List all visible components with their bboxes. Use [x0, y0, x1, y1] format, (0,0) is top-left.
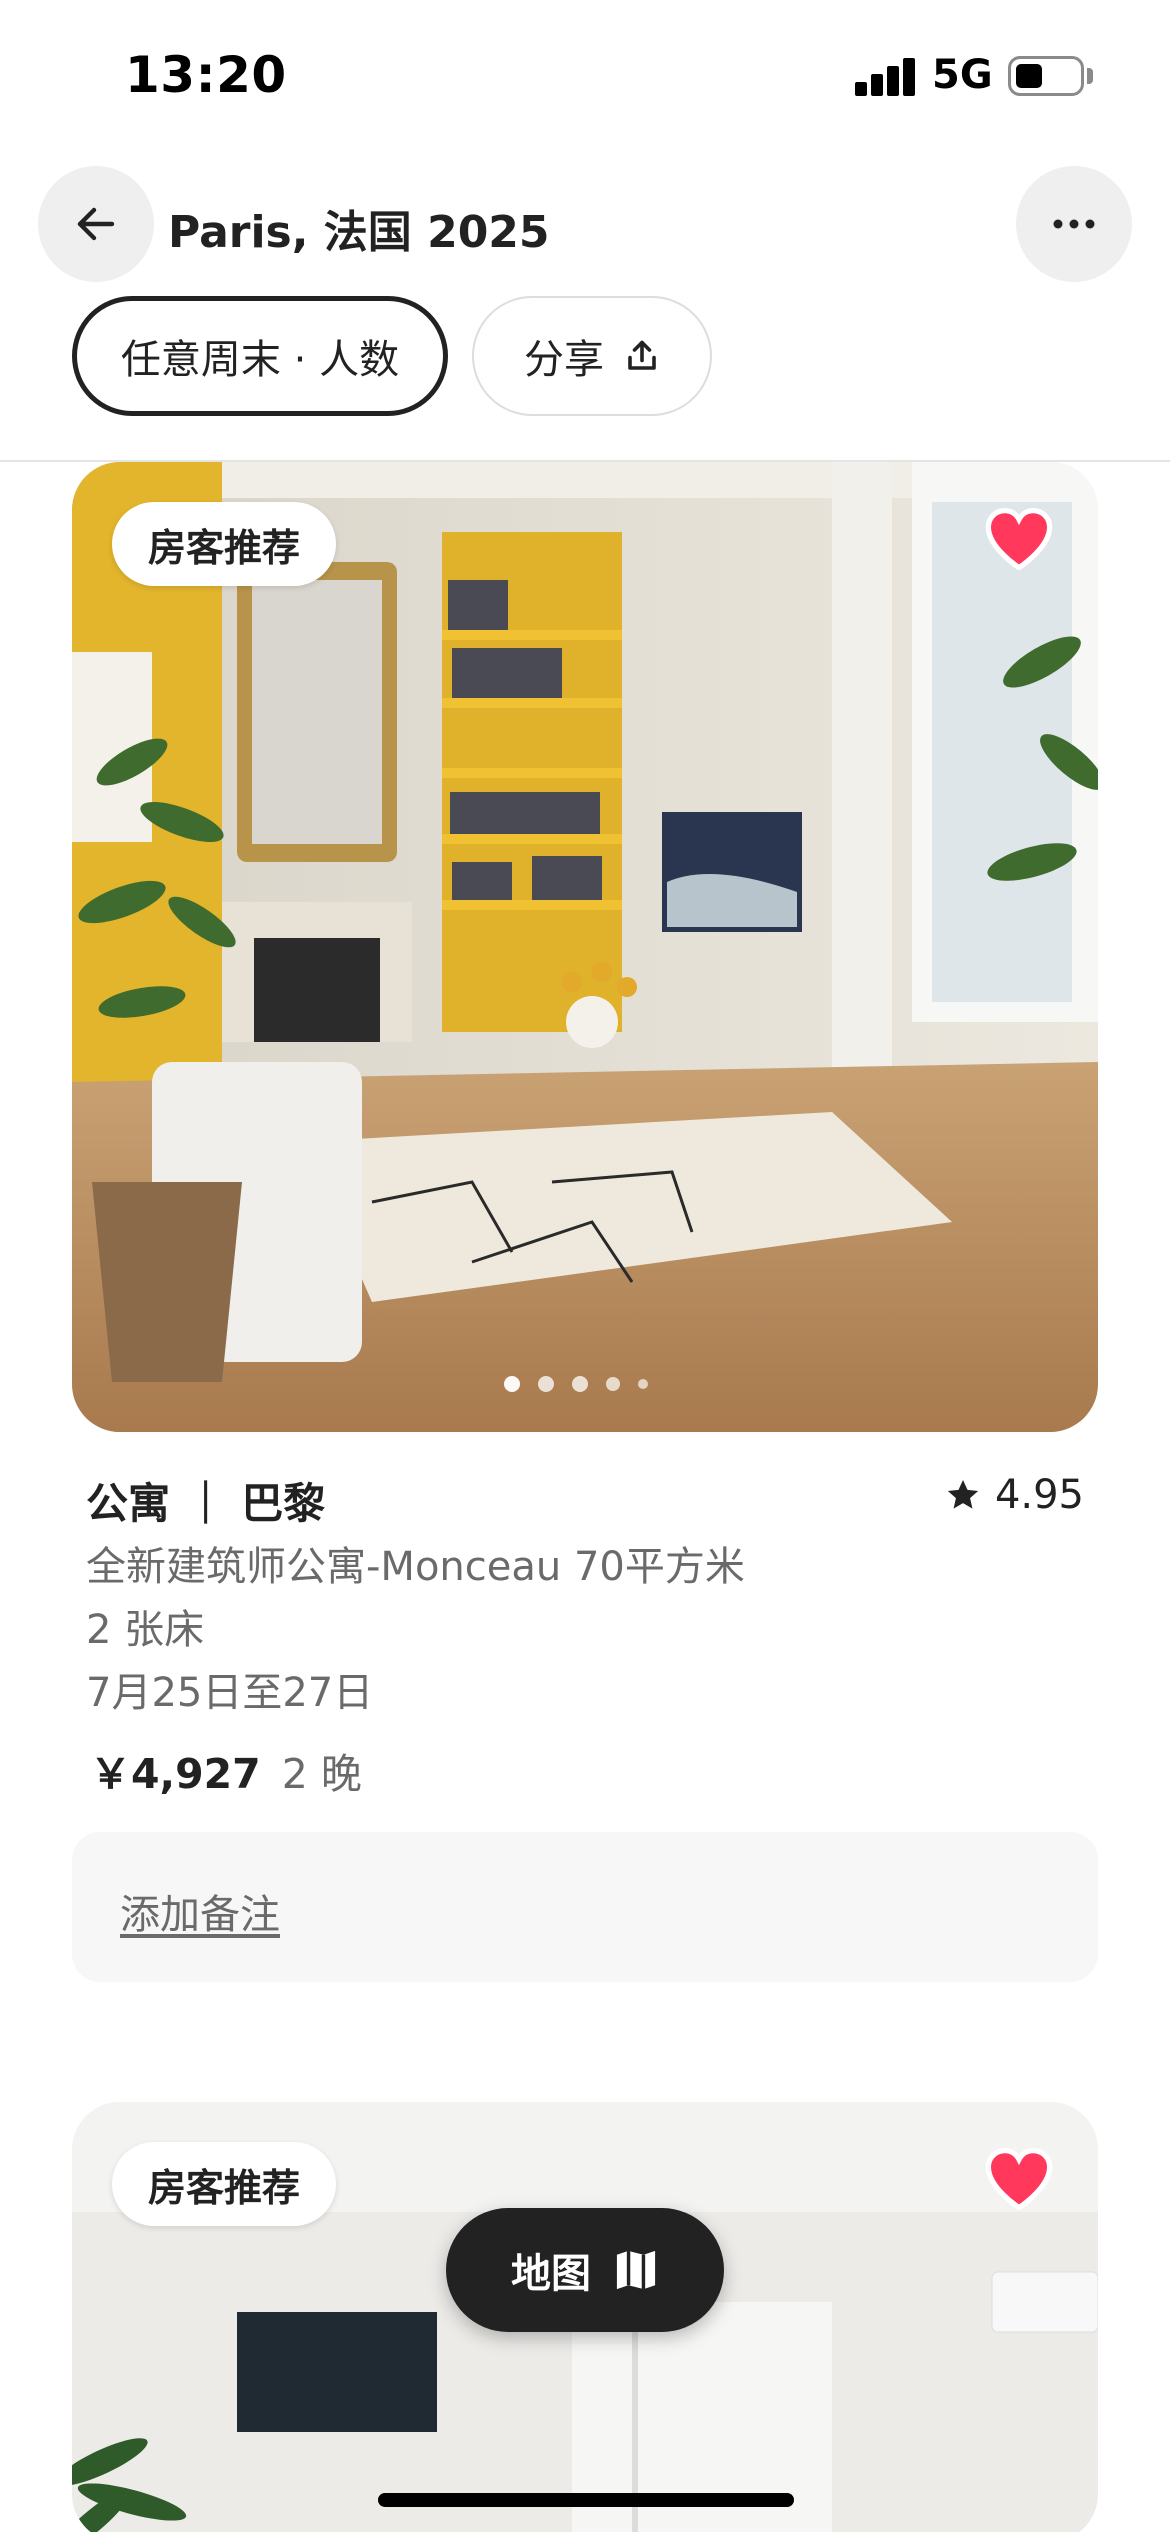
listing-photo-carousel[interactable]: 房客推荐 — [72, 462, 1098, 1432]
listing-photo — [72, 462, 1098, 1432]
heart-icon[interactable] — [984, 506, 1054, 570]
photo-pagination-dots — [504, 1374, 664, 1394]
network-type: 5G — [932, 52, 993, 98]
arrow-left-icon — [77, 207, 115, 241]
share-label: 分享 — [524, 337, 604, 383]
add-note-link[interactable]: 添加备注 — [120, 1882, 280, 1940]
back-button[interactable] — [38, 166, 154, 282]
map-button[interactable]: 地图 — [446, 2208, 724, 2332]
listing-title[interactable]: 公寓 ｜ 巴黎 — [86, 1470, 325, 1531]
listing-price-row: ￥4,927 2 晚 — [90, 1740, 362, 1800]
signal-icon — [855, 58, 917, 96]
listing-nights: 2 晚 — [281, 1750, 362, 1798]
map-icon — [616, 2250, 656, 2290]
more-options-button[interactable] — [1016, 166, 1132, 282]
share-button[interactable]: 分享 — [472, 296, 712, 416]
share-upload-icon — [628, 340, 656, 370]
map-button-label: 地图 — [511, 2251, 591, 2297]
rating-value: 4.95 — [994, 1472, 1084, 1518]
star-icon — [947, 1480, 979, 1509]
heart-icon[interactable] — [984, 2146, 1054, 2210]
guest-favorite-badge-2: 房客推荐 — [112, 2142, 337, 2226]
dates-guests-filter-button[interactable]: 任意周末 · 人数 — [72, 296, 448, 416]
battery-icon — [1008, 56, 1084, 96]
listing-dates: 7月25日至27日 — [86, 1670, 374, 1716]
status-bar: 13:20 5G — [0, 0, 1170, 150]
guest-favorite-badge: 房客推荐 — [112, 502, 337, 586]
note-box[interactable]: 添加备注 — [72, 1832, 1098, 1982]
page-title: Paris, 法国 2025 — [168, 207, 550, 258]
battery-cap — [1087, 68, 1093, 84]
listing-subtitle: 全新建筑师公寓-Monceau 70平方米 — [86, 1544, 745, 1590]
home-indicator[interactable] — [378, 2493, 794, 2507]
listing-rating: 4.95 — [945, 1472, 1084, 1518]
status-time: 13:20 — [125, 46, 287, 104]
more-horizontal-icon — [1053, 219, 1095, 229]
dates-guests-filter-label: 任意周末 · 人数 — [120, 337, 400, 383]
listing-price: ￥4,927 — [90, 1750, 261, 1798]
listing-beds: 2 张床 — [86, 1607, 205, 1653]
